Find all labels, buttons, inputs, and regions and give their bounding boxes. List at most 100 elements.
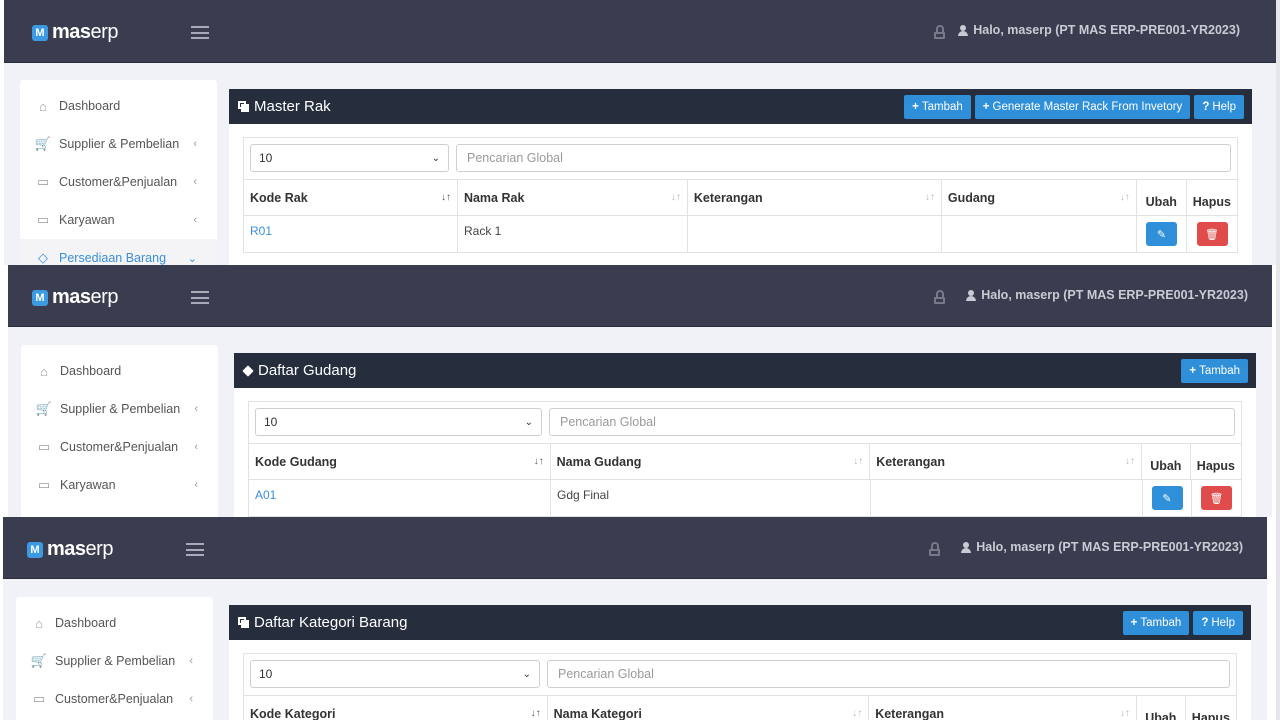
- copy-icon: [238, 617, 249, 628]
- column-label: Keterangan: [693, 190, 763, 205]
- home-icon: ⌂: [39, 98, 47, 114]
- column-header-keterangan[interactable]: Keterangan ↓↑: [869, 696, 1137, 720]
- generate-rack-button[interactable]: + Generate Master Rack From Invetory: [974, 95, 1191, 119]
- data-table: 10 ⌄ Pencarian Global Kode Gudang ↓↑ Nama …: [248, 401, 1242, 517]
- user-menu[interactable]: Halo, maserp (PT MAS ERP-PRE001-YR2023): [958, 23, 1240, 37]
- column-header-ubah: Ubah: [1137, 180, 1187, 215]
- card-icon: ▭: [36, 212, 50, 227]
- add-button[interactable]: + Tambah: [1122, 611, 1190, 635]
- sort-icon: ↓↑: [533, 456, 544, 467]
- trash-icon: 🗑: [1205, 228, 1219, 241]
- column-label: Hapus: [1192, 194, 1231, 209]
- logo-text-bold: mas: [52, 286, 91, 308]
- column-header-kode-gudang[interactable]: Kode Gudang ↓↑: [249, 444, 551, 479]
- sidebar-item-label: Supplier & Pembelian: [55, 654, 176, 668]
- user-menu[interactable]: Halo, maserp (PT MAS ERP-PRE001-YR2023): [961, 540, 1243, 554]
- scrollbar[interactable]: [1276, 0, 1280, 720]
- sidebar-item-label: Persediaan Barang: [59, 251, 167, 265]
- global-search-input[interactable]: Pencarian Global: [547, 660, 1230, 688]
- data-table: 10 ⌄ Pencarian Global Kode Kategori ↓↑ Nam…: [243, 653, 1237, 720]
- sidebar-item-dashboard[interactable]: ⌂ Dashboard: [20, 87, 217, 125]
- user-icon: [958, 24, 969, 36]
- column-label: Hapus: [1196, 458, 1235, 473]
- column-header-nama-gudang[interactable]: Nama Gudang ↓↑: [551, 444, 871, 479]
- lock-icon[interactable]: [934, 290, 945, 304]
- page-size-select[interactable]: 10 ⌄: [250, 144, 449, 172]
- column-label: Nama Rak: [463, 190, 525, 205]
- sidebar-item-customer[interactable]: ▭ Customer&Penjualan ‹: [20, 163, 217, 201]
- add-button[interactable]: + Tambah: [1181, 359, 1248, 383]
- edit-button[interactable]: ✎: [1151, 486, 1183, 510]
- sidebar-item-karyawan[interactable]: ▭ Karyawan ‹: [21, 466, 218, 504]
- column-header-keterangan[interactable]: Keterangan ↓↑: [688, 180, 942, 215]
- sidebar-item-supplier[interactable]: 🛒 Supplier & Pembelian ‹: [20, 125, 217, 163]
- user-menu[interactable]: Halo, maserp (PT MAS ERP-PRE001-YR2023): [966, 288, 1248, 302]
- question-icon: ?: [1201, 617, 1209, 629]
- card-header: Master Rak + Tambah + Generate Master Rack…: [229, 89, 1252, 124]
- daftar-gudang-card: Daftar Gudang + Tambah 10 ⌄ Pencarian Glob…: [234, 353, 1256, 517]
- cell-kode-rak[interactable]: R01: [244, 216, 458, 252]
- sidebar-item-supplier[interactable]: 🛒 Supplier & Pembelian ‹: [21, 390, 218, 428]
- logo-text-thin: erp: [85, 538, 114, 560]
- app-logo[interactable]: M maserp: [32, 21, 118, 44]
- logo-mark-icon: M: [27, 541, 43, 558]
- lock-icon[interactable]: [934, 25, 945, 39]
- hamburger-menu-icon[interactable]: [186, 543, 204, 556]
- global-search-input[interactable]: Pencarian Global: [549, 408, 1235, 436]
- cell-ubah: ✎: [1143, 480, 1192, 516]
- column-header-ubah: Ubah: [1137, 696, 1186, 720]
- chevron-left-icon: ‹: [194, 479, 198, 491]
- table-header-row: Kode Kategori ↓↑ Nama Kategori ↓↑ Keterang…: [244, 696, 1236, 720]
- delete-button[interactable]: 🗑: [1196, 222, 1228, 246]
- column-label: Keterangan: [875, 706, 944, 720]
- page-size-select[interactable]: 10 ⌄: [255, 408, 542, 436]
- sort-icon: ↓↑: [1124, 456, 1135, 467]
- hamburger-menu-icon[interactable]: [191, 291, 209, 304]
- sidebar-item-dashboard[interactable]: ⌂ Dashboard: [16, 604, 213, 642]
- logo-mark-icon: M: [32, 24, 48, 41]
- delete-button[interactable]: 🗑: [1201, 486, 1232, 510]
- tag-icon: ◇: [38, 250, 48, 265]
- cell-gudang: [942, 216, 1137, 252]
- column-label: Nama Gudang: [556, 454, 642, 469]
- sidebar: ⌂ Dashboard 🛒 Supplier & Pembelian ‹ ▭ Custo…: [21, 345, 218, 517]
- column-label: Ubah: [1150, 458, 1182, 473]
- cart-icon: 🛒: [34, 136, 52, 151]
- column-header-gudang[interactable]: Gudang ↓↑: [942, 180, 1137, 215]
- button-label: Tambah: [921, 101, 963, 113]
- sort-icon: ↓↑: [852, 708, 863, 719]
- sidebar-item-customer[interactable]: ▭ Customer&Penjualan ‹: [21, 428, 218, 466]
- data-table: 10 ⌄ Pencarian Global Kode Rak ↓↑ Nama Rak…: [243, 137, 1238, 253]
- hamburger-menu-icon[interactable]: [191, 26, 209, 39]
- page-size-select[interactable]: 10 ⌄: [250, 660, 540, 688]
- top-navbar: M maserp Halo, maserp (PT MAS ERP-PRE001…: [4, 0, 1276, 63]
- help-button[interactable]: ? Help: [1193, 611, 1243, 635]
- column-header-keterangan[interactable]: Keterangan ↓↑: [870, 444, 1142, 479]
- add-button[interactable]: + Tambah: [904, 95, 971, 119]
- sidebar-item-karyawan[interactable]: ▭ Karyawan ‹: [20, 201, 217, 239]
- help-button[interactable]: ? Help: [1194, 95, 1244, 119]
- lock-icon[interactable]: [929, 542, 940, 556]
- chevron-left-icon: ‹: [194, 441, 198, 453]
- column-header-kode-rak[interactable]: Kode Rak ↓↑: [244, 180, 458, 215]
- app-logo[interactable]: M maserp: [27, 538, 113, 561]
- column-header-nama-kategori[interactable]: Nama Kategori ↓↑: [548, 696, 870, 720]
- sort-icon: ↓↑: [1119, 708, 1130, 719]
- cell-kode-gudang[interactable]: A01: [249, 480, 551, 516]
- global-search-input[interactable]: Pencarian Global: [456, 144, 1231, 172]
- sidebar-item-customer[interactable]: ▭ Customer&Penjualan ‹: [16, 680, 213, 718]
- logo-text-thin: erp: [90, 21, 119, 43]
- column-header-nama-rak[interactable]: Nama Rak ↓↑: [458, 180, 688, 215]
- edit-button[interactable]: ✎: [1146, 222, 1177, 246]
- screen-daftar-gudang: M maserp Halo, maserp (PT MAS ERP-PRE001…: [8, 265, 1272, 517]
- sidebar-item-dashboard[interactable]: ⌂ Dashboard: [21, 352, 218, 390]
- column-header-kode-kategori[interactable]: Kode Kategori ↓↑: [244, 696, 548, 720]
- app-logo[interactable]: M maserp: [32, 286, 118, 309]
- logo-text-bold: mas: [52, 21, 91, 43]
- chevron-left-icon: ‹: [189, 655, 193, 667]
- logo-mark-icon: M: [32, 289, 48, 306]
- sidebar-item-supplier[interactable]: 🛒 Supplier & Pembelian ‹: [16, 642, 213, 680]
- card-header: Daftar Gudang + Tambah: [234, 353, 1256, 388]
- sidebar-item-persediaan[interactable]: ◇ Persediaan Barang ⌄: [20, 239, 217, 265]
- card-icon: ▭: [32, 691, 46, 706]
